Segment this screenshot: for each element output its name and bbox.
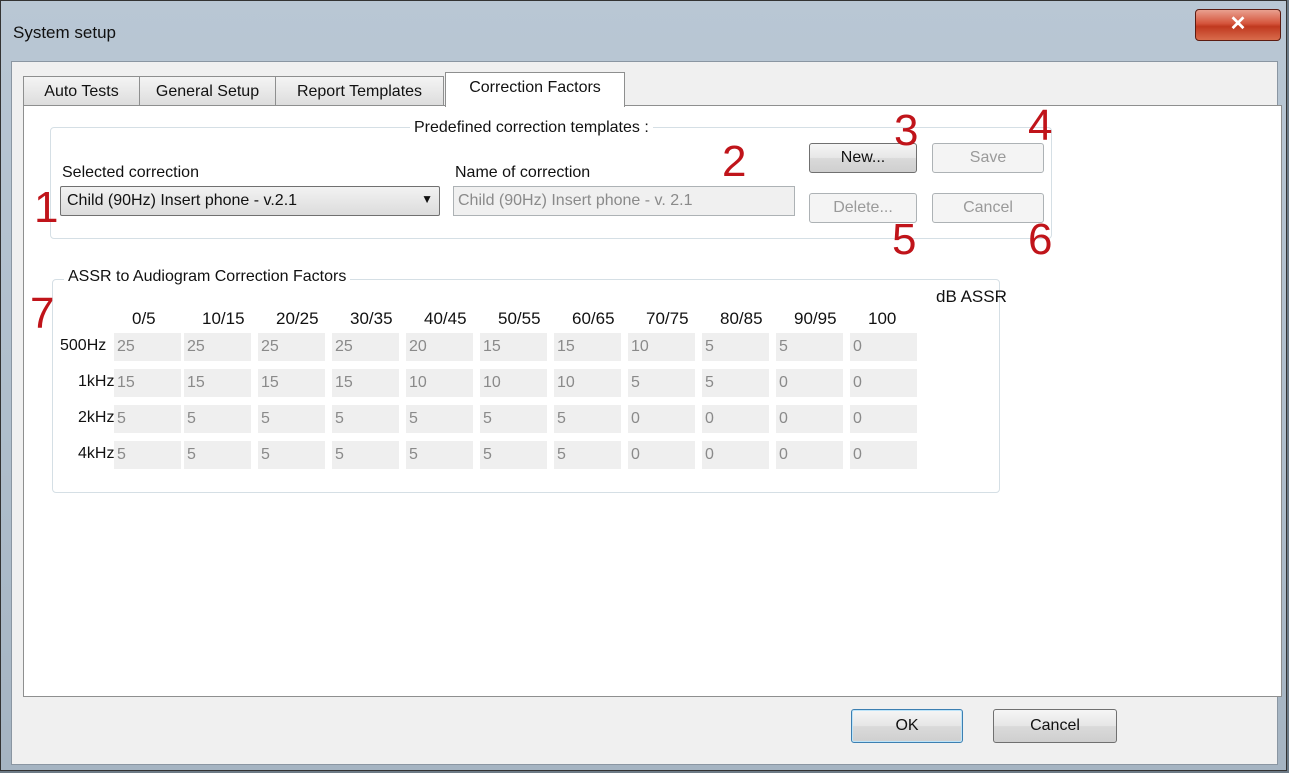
table-cell[interactable]: 25 xyxy=(184,333,251,361)
column-header: 100 xyxy=(868,309,897,328)
selected-correction-dropdown[interactable]: Child (90Hz) Insert phone - v.2.1 ▼ xyxy=(60,186,440,216)
name-of-correction-input[interactable] xyxy=(454,187,794,215)
table-cell[interactable]: 15 xyxy=(480,333,547,361)
table-cell[interactable]: 0 xyxy=(850,333,917,361)
column-header: 10/15 xyxy=(202,309,245,328)
table-cell[interactable]: 5 xyxy=(332,441,399,469)
unit-label: dB ASSR xyxy=(936,287,1007,306)
row-header: 500Hz xyxy=(60,337,107,354)
table-cell[interactable]: 5 xyxy=(406,405,473,433)
table-cell[interactable]: 5 xyxy=(406,441,473,469)
column-header: 30/35 xyxy=(350,309,393,328)
table-cell[interactable]: 20 xyxy=(406,333,473,361)
table-cell[interactable]: 10 xyxy=(480,369,547,397)
table-cell[interactable]: 5 xyxy=(554,441,621,469)
row-header: 2kHz xyxy=(78,409,115,426)
templates-group-label: Predefined correction templates : xyxy=(410,119,653,137)
selected-correction-value: Child (90Hz) Insert phone - v.2.1 xyxy=(67,192,298,209)
table-cell[interactable]: 5 xyxy=(258,405,325,433)
table-cell[interactable]: 5 xyxy=(114,405,181,433)
tab-report-templates[interactable]: Report Templates xyxy=(275,76,444,106)
table-cell[interactable]: 15 xyxy=(554,333,621,361)
window-title: System setup xyxy=(13,23,116,42)
table-cell[interactable]: 0 xyxy=(702,441,769,469)
table-cell[interactable]: 5 xyxy=(702,369,769,397)
table-cell[interactable]: 5 xyxy=(480,405,547,433)
tab-auto-tests[interactable]: Auto Tests xyxy=(23,76,140,106)
callout-5: 5 xyxy=(892,215,917,264)
selected-correction-label: Selected correction xyxy=(62,164,199,181)
name-of-correction-label: Name of correction xyxy=(455,164,591,181)
table-cell[interactable]: 5 xyxy=(184,405,251,433)
table-cell[interactable]: 15 xyxy=(184,369,251,397)
table-cell[interactable]: 25 xyxy=(114,333,181,361)
table-cell[interactable]: 10 xyxy=(406,369,473,397)
tab-correction-factors[interactable]: Correction Factors xyxy=(445,72,625,107)
row-header: 1kHz xyxy=(78,373,115,390)
table-cell[interactable]: 25 xyxy=(258,333,325,361)
table-cell[interactable]: 0 xyxy=(776,369,843,397)
cancel-button[interactable]: Cancel xyxy=(993,709,1117,743)
tab-general-setup[interactable]: General Setup xyxy=(139,76,276,106)
correction-factors-group-label: ASSR to Audiogram Correction Factors xyxy=(64,268,351,286)
callout-2: 2 xyxy=(722,137,747,186)
column-header: 70/75 xyxy=(646,309,689,328)
callout-7: 7 xyxy=(30,289,55,338)
table-cell[interactable]: 5 xyxy=(258,441,325,469)
table-cell[interactable]: 5 xyxy=(628,369,695,397)
column-header: 50/55 xyxy=(498,309,541,328)
column-header: 0/5 xyxy=(132,309,156,328)
name-of-correction-field[interactable] xyxy=(453,186,795,216)
callout-3: 3 xyxy=(894,106,919,155)
table-cell[interactable]: 5 xyxy=(332,405,399,433)
callout-6: 6 xyxy=(1028,215,1053,264)
table-cell[interactable]: 5 xyxy=(776,333,843,361)
table-cell[interactable]: 0 xyxy=(702,405,769,433)
table-cell[interactable]: 15 xyxy=(332,369,399,397)
column-header: 90/95 xyxy=(794,309,837,328)
table-cell[interactable]: 0 xyxy=(776,441,843,469)
column-header: 80/85 xyxy=(720,309,763,328)
table-cell[interactable]: 0 xyxy=(628,441,695,469)
table-cell[interactable]: 0 xyxy=(850,441,917,469)
table-cell[interactable]: 5 xyxy=(184,441,251,469)
column-header: 20/25 xyxy=(276,309,319,328)
ok-button[interactable]: OK xyxy=(851,709,963,743)
table-cell[interactable]: 10 xyxy=(554,369,621,397)
table-cell[interactable]: 0 xyxy=(776,405,843,433)
title-bar[interactable]: System setup ✕ xyxy=(1,1,1286,61)
table-cell[interactable]: 25 xyxy=(332,333,399,361)
table-cell[interactable]: 5 xyxy=(480,441,547,469)
row-header: 4kHz xyxy=(78,445,115,462)
callout-4: 4 xyxy=(1028,101,1053,150)
table-cell[interactable]: 0 xyxy=(628,405,695,433)
close-icon: ✕ xyxy=(1229,13,1247,35)
column-header: 40/45 xyxy=(424,309,467,328)
table-cell[interactable]: 10 xyxy=(628,333,695,361)
callout-1: 1 xyxy=(34,183,59,232)
table-cell[interactable]: 15 xyxy=(114,369,181,397)
table-cell[interactable]: 5 xyxy=(114,441,181,469)
table-cell[interactable]: 15 xyxy=(258,369,325,397)
table-cell[interactable]: 5 xyxy=(554,405,621,433)
table-cell[interactable]: 5 xyxy=(702,333,769,361)
column-header: 60/65 xyxy=(572,309,615,328)
table-cell[interactable]: 0 xyxy=(850,369,917,397)
table-cell[interactable]: 0 xyxy=(850,405,917,433)
close-button[interactable]: ✕ xyxy=(1195,9,1281,41)
chevron-down-icon: ▼ xyxy=(421,192,433,206)
